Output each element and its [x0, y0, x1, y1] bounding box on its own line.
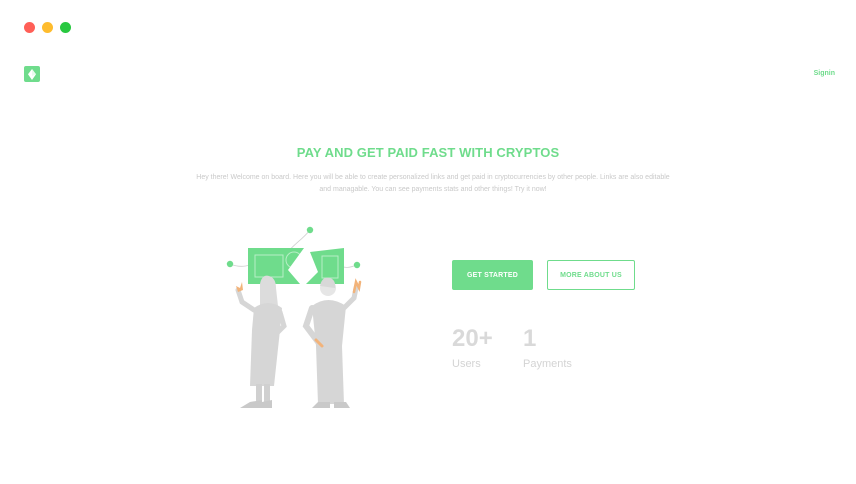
minimize-window-button[interactable] [42, 22, 53, 33]
close-window-button[interactable] [24, 22, 35, 33]
payments-count: 1 [523, 325, 537, 352]
signin-link[interactable]: Signin [814, 70, 835, 77]
window-controls [24, 22, 71, 33]
logo-icon[interactable] [24, 66, 40, 82]
payments-label: Payments [523, 358, 572, 370]
hero-title: PAY AND GET PAID FAST WITH CRYPTOS [296, 145, 560, 160]
people-with-banknote-illustration [222, 222, 372, 414]
payments-stat: 1 Payments [523, 325, 572, 370]
get-started-button[interactable]: GET STARTED [452, 260, 533, 290]
users-label: Users [452, 358, 481, 370]
hero-description: Hey there! Welcome on board. Here you wi… [196, 174, 670, 193]
more-about-us-button[interactable]: MORE ABOUT US [547, 260, 635, 290]
users-count: 20+ [452, 325, 493, 352]
users-stat: 20+ Users [452, 325, 493, 370]
maximize-window-button[interactable] [60, 22, 71, 33]
